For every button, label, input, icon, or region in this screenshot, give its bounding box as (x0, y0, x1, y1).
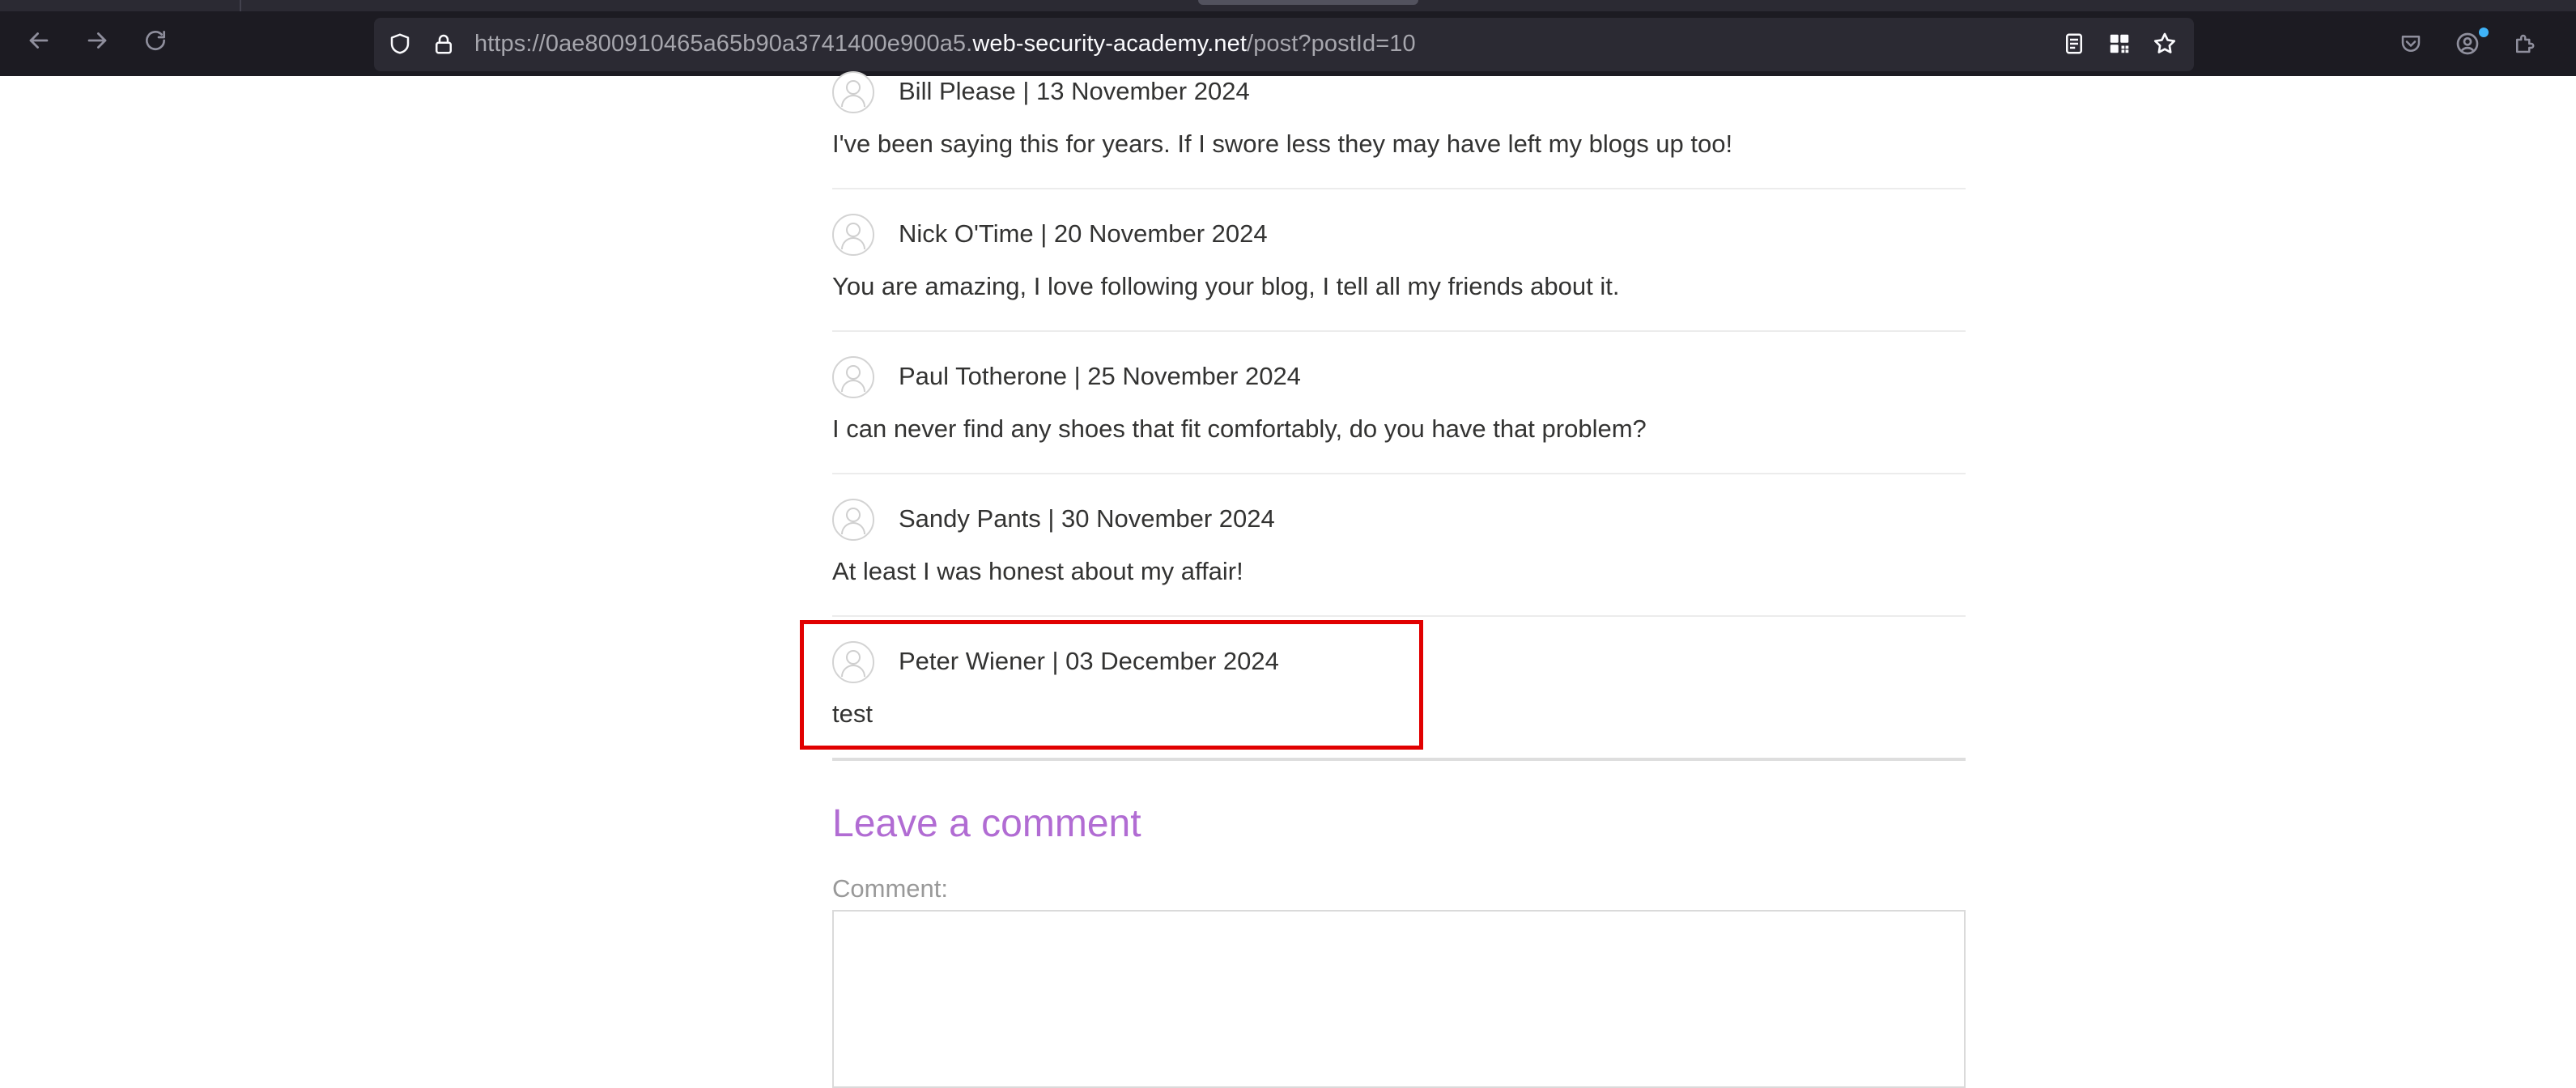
comment: Paul Totherone | 25 November 2024 I can … (832, 356, 1966, 453)
comment-text: I can never find any shoes that fit comf… (832, 414, 1647, 443)
comment-author-date: Bill Please | 13 November 2024 (899, 77, 1250, 105)
notification-dot (2479, 28, 2489, 37)
comment: Bill Please | 13 November 2024 I've been… (832, 71, 1966, 168)
qr-code-icon (2110, 34, 2129, 53)
pocket-icon (2401, 36, 2421, 52)
leave-comment-heading: Leave a comment (832, 802, 1141, 845)
default-avatar-icon (841, 223, 865, 250)
comment-field-label: Comment: (832, 874, 948, 903)
url-prefix: https://0ae800910465a65b90a3741400e900a5… (474, 31, 973, 57)
avatar (832, 499, 874, 541)
forward-arrow-icon (87, 32, 107, 49)
default-avatar-icon (841, 508, 865, 535)
comment: Sandy Pants | 30 November 2024 At least … (832, 499, 1966, 596)
pocket-button[interactable] (2395, 28, 2427, 60)
default-avatar-icon (841, 80, 865, 108)
tracking-protection-button[interactable] (384, 28, 416, 60)
back-arrow-icon (29, 32, 49, 49)
comment-author-date: Sandy Pants | 30 November 2024 (899, 504, 1275, 533)
lock-icon (436, 34, 452, 54)
site-info-button[interactable] (427, 28, 460, 60)
comment-divider (832, 473, 1966, 474)
browser-toolbar: https://0ae800910465a65b90a3741400e900a5… (0, 0, 2576, 76)
comment-divider (832, 330, 1966, 332)
avatar (832, 214, 874, 256)
comment: Nick O'Time | 20 November 2024 You are a… (832, 214, 1966, 311)
highlight-box (800, 620, 1423, 750)
reader-view-button[interactable] (2058, 28, 2090, 60)
url-text[interactable]: https://0ae800910465a65b90a3741400e900a5… (474, 28, 1416, 60)
comment-author-date: Paul Totherone | 25 November 2024 (899, 362, 1301, 390)
url-path: /post?postId=10 (1247, 31, 1416, 57)
tab-divider (240, 0, 241, 11)
comments-end-divider (832, 758, 1966, 761)
extensions-icon (2516, 34, 2535, 53)
comment-text: You are amazing, I love following your b… (832, 272, 1620, 300)
comment-text: At least I was honest about my affair! (832, 557, 1243, 585)
account-icon (2456, 32, 2479, 55)
reload-icon (146, 31, 165, 50)
comment-textarea[interactable] (832, 910, 1966, 1088)
bookmark-star-icon (2153, 32, 2176, 53)
qr-code-button[interactable] (2103, 28, 2136, 60)
avatar (832, 356, 874, 398)
forward-button[interactable] (81, 24, 113, 57)
comment-text: I've been saying this for years. If I sw… (832, 130, 1733, 158)
bookmark-button[interactable] (2149, 28, 2181, 60)
active-tab-indicator[interactable] (1198, 0, 1418, 5)
url-domain: web-security-academy.net (972, 31, 1248, 57)
reload-button[interactable] (139, 24, 172, 57)
avatar (832, 71, 874, 113)
reader-view-icon (2066, 33, 2082, 54)
shield-icon (390, 33, 410, 54)
comment-divider (832, 188, 1966, 189)
comment-author-date: Nick O'Time | 20 November 2024 (899, 219, 1268, 248)
comment-divider (832, 615, 1966, 617)
extensions-button[interactable] (2508, 28, 2540, 60)
default-avatar-icon (841, 365, 865, 393)
back-button[interactable] (23, 24, 55, 57)
